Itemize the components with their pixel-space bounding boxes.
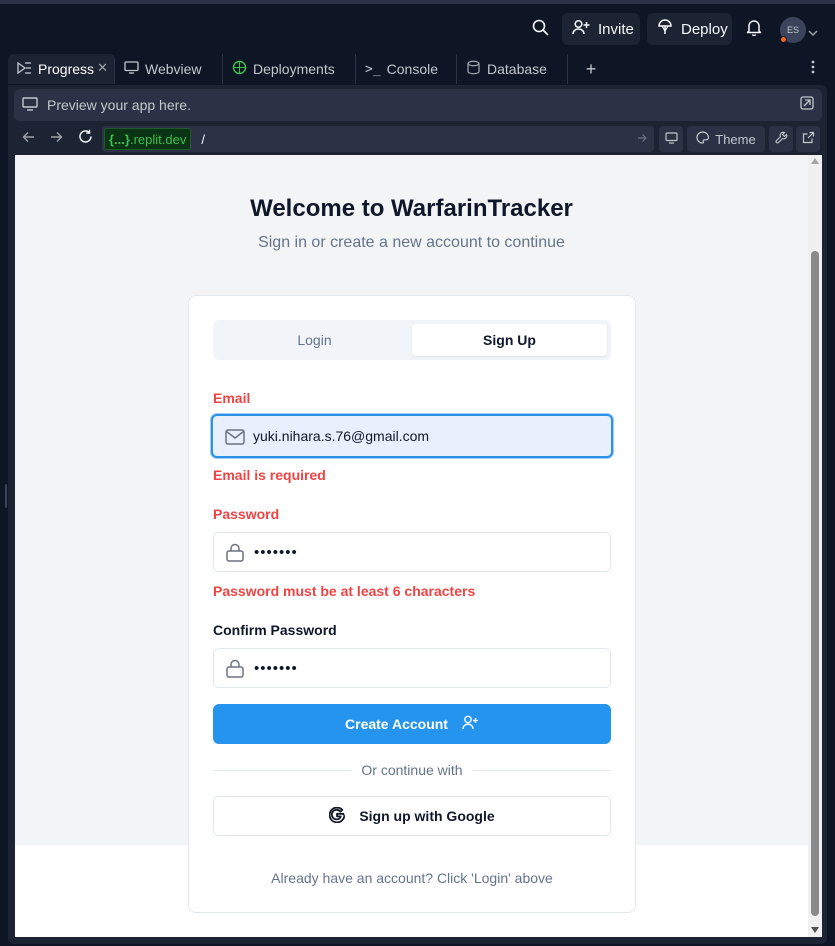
- mail-icon: [225, 429, 245, 448]
- url-path: /: [201, 131, 205, 147]
- tab-database-label: Database: [487, 61, 547, 77]
- preview-banner: Preview your app here.: [14, 89, 822, 121]
- confirm-password-label: Confirm Password: [213, 622, 337, 638]
- monitor-icon: [124, 61, 139, 77]
- page-subtitle: Sign in or create a new account to conti…: [258, 234, 565, 251]
- tab-deployments[interactable]: Deployments: [223, 54, 356, 84]
- confirm-password-field[interactable]: •••••••: [213, 648, 611, 688]
- create-account-button[interactable]: Create Account: [213, 704, 611, 744]
- scrollbar-thumb[interactable]: [811, 251, 819, 916]
- forward-button[interactable]: [44, 126, 68, 152]
- url-host-domain: .replit.dev: [129, 131, 187, 147]
- tab-console-label: Console: [386, 61, 439, 77]
- avatar-initials: ES: [786, 25, 799, 35]
- deploy-label: Deploy: [681, 20, 728, 38]
- wrench-icon: [775, 131, 788, 147]
- google-icon: [329, 806, 346, 826]
- arrow-right-icon: [50, 130, 63, 148]
- tab-deployments-label: Deployments: [253, 61, 335, 77]
- tab-login[interactable]: Login: [217, 324, 412, 356]
- tab-database[interactable]: Database: [457, 54, 568, 84]
- add-user-icon: [572, 19, 590, 39]
- tab-webview[interactable]: Webview: [115, 54, 223, 84]
- workspace-tabs: Progress ✕ Webview Deployments >_ Consol…: [8, 54, 835, 85]
- scroll-up-arrow[interactable]: [811, 158, 819, 164]
- add-tab-button[interactable]: +: [578, 56, 604, 82]
- monitor-icon: [22, 96, 38, 114]
- url-host-braces: {...}: [109, 131, 130, 147]
- invite-label: Invite: [598, 20, 634, 38]
- reload-button[interactable]: [73, 126, 97, 152]
- collapse-icon[interactable]: [800, 96, 814, 113]
- url-host: {...} .replit.dev: [104, 128, 192, 150]
- plus-icon: +: [585, 58, 597, 79]
- arrow-left-icon: [22, 130, 35, 148]
- google-sign-up-button[interactable]: Sign up with Google: [213, 796, 611, 836]
- tab-progress[interactable]: Progress ✕: [8, 54, 115, 84]
- close-icon[interactable]: ✕: [97, 60, 108, 76]
- progress-icon: [17, 61, 32, 77]
- deployments-icon: [232, 60, 247, 78]
- email-field[interactable]: yuki.nihara.s.76@gmail.com: [211, 414, 613, 458]
- device-toggle-button[interactable]: [659, 126, 683, 152]
- deploy-icon: [657, 19, 673, 39]
- arrow-right-icon[interactable]: [637, 131, 648, 146]
- lock-icon: [226, 543, 244, 565]
- email-label: Email: [213, 390, 251, 406]
- email-value: yuki.nihara.s.76@gmail.com: [253, 428, 430, 444]
- deploy-button[interactable]: Deploy: [647, 13, 732, 45]
- tab-webview-label: Webview: [145, 61, 202, 77]
- palette-icon: [696, 131, 710, 147]
- url-input[interactable]: {...} .replit.dev /: [102, 126, 654, 152]
- password-value: •••••••: [254, 543, 298, 561]
- webview-scrollbar[interactable]: [808, 155, 822, 937]
- confirm-password-value: •••••••: [254, 659, 298, 677]
- divider-label: Or continue with: [351, 762, 473, 778]
- lock-icon: [226, 659, 244, 681]
- more-options-button[interactable]: [803, 58, 823, 80]
- back-button[interactable]: [16, 126, 40, 152]
- create-account-label: Create Account: [345, 716, 448, 732]
- preview-text: Preview your app here.: [47, 97, 191, 113]
- email-error: Email is required: [213, 467, 326, 483]
- reload-icon: [78, 129, 93, 149]
- terminal-icon: >_: [365, 61, 381, 77]
- app-webview: Welcome to WarfarinTracker Sign in or cr…: [15, 155, 808, 937]
- theme-button[interactable]: Theme: [687, 126, 765, 152]
- tab-console[interactable]: >_ Console: [356, 54, 457, 84]
- tab-sign-up[interactable]: Sign Up: [412, 324, 607, 356]
- external-link-icon: [802, 131, 815, 147]
- kebab-menu-icon: [811, 60, 815, 79]
- database-icon: [466, 60, 481, 78]
- password-error: Password must be at least 6 characters: [213, 583, 476, 599]
- resize-handle[interactable]: [5, 484, 7, 508]
- chevron-down-icon[interactable]: [808, 24, 818, 42]
- tab-progress-label: Progress: [38, 61, 95, 77]
- url-bar: {...} .replit.dev / Theme: [14, 125, 822, 153]
- divider-text: Or continue with: [189, 762, 635, 780]
- password-field[interactable]: •••••••: [213, 532, 611, 572]
- open-new-tab-button[interactable]: [796, 126, 820, 152]
- password-label: Password: [213, 506, 280, 522]
- auth-card: Login Sign Up Email yuki.nihara.s.76@gma…: [188, 295, 636, 913]
- scroll-down-arrow[interactable]: [811, 927, 819, 933]
- page-title: Welcome to WarfarinTracker: [250, 195, 573, 222]
- notifications-button[interactable]: [739, 15, 769, 45]
- search-button[interactable]: [525, 15, 555, 45]
- top-bar: Invite Deploy ES: [0, 4, 835, 54]
- bell-icon: [746, 19, 762, 41]
- search-icon: [532, 19, 549, 41]
- add-user-icon: [462, 715, 479, 733]
- devtools-button[interactable]: [769, 126, 793, 152]
- footer-text: Already have an account? Click 'Login' a…: [271, 870, 553, 886]
- monitor-icon: [664, 131, 678, 147]
- auth-tabs: Login Sign Up: [213, 320, 611, 360]
- google-button-label: Sign up with Google: [359, 808, 495, 824]
- theme-label: Theme: [715, 131, 756, 147]
- invite-button[interactable]: Invite: [562, 13, 640, 45]
- avatar-status-dot: [780, 36, 787, 43]
